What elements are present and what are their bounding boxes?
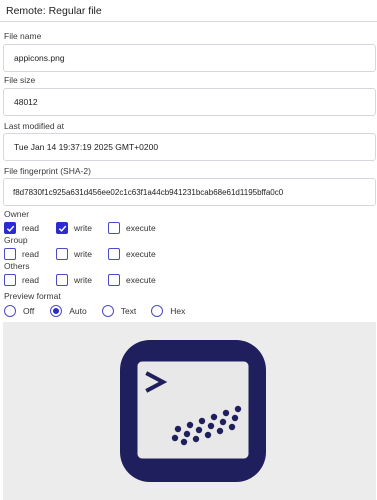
last-modified-field[interactable]: Tue Jan 14 19:37:19 2025 GMT+0200 xyxy=(3,133,376,161)
others-permissions: read write execute xyxy=(4,273,156,287)
radio-label: Auto xyxy=(69,306,87,316)
panel-title: Remote: Regular file xyxy=(6,5,102,17)
preview-option-hex[interactable]: Hex xyxy=(151,305,185,317)
read-label: read xyxy=(22,249,40,259)
checkbox-box[interactable] xyxy=(4,248,16,260)
last-modified-label: Last modified at xyxy=(4,121,65,131)
fingerprint-label: File fingerprint (SHA-2) xyxy=(4,166,91,176)
read-label: read xyxy=(22,275,40,285)
file-size-field[interactable]: 48012 xyxy=(3,88,376,116)
terminal-app-icon xyxy=(120,340,266,482)
file-name-label: File name xyxy=(4,31,42,41)
checkbox-box[interactable] xyxy=(56,274,69,286)
preview-format-options: Off Auto Text Hex xyxy=(4,304,185,318)
write-label: write xyxy=(74,275,92,285)
others-label: Others xyxy=(4,261,30,271)
group-write-checkbox[interactable]: write xyxy=(56,248,92,260)
file-size-label: File size xyxy=(4,75,36,85)
radio-circle[interactable] xyxy=(151,305,164,317)
fingerprint-value: f8d7830f1c925a631d456ee02c1c63f1a44cb941… xyxy=(13,187,284,197)
preview-option-text[interactable]: Text xyxy=(101,305,137,317)
radio-circle[interactable] xyxy=(50,305,63,317)
owner-permissions: read write execute xyxy=(4,221,156,235)
radio-label: Text xyxy=(120,306,137,316)
owner-write-checkbox[interactable]: write xyxy=(56,222,92,234)
checkbox-box[interactable] xyxy=(56,248,69,260)
radio-label: Off xyxy=(23,306,35,316)
group-read-checkbox[interactable]: read xyxy=(4,248,39,260)
group-label: Group xyxy=(4,235,28,245)
owner-execute-checkbox[interactable]: execute xyxy=(107,222,156,234)
checkmark-icon xyxy=(6,225,14,232)
checkbox-box[interactable] xyxy=(56,222,69,234)
preview-option-auto[interactable]: Auto xyxy=(50,305,87,317)
checkmark-icon xyxy=(58,225,66,232)
radio-circle[interactable] xyxy=(4,305,16,317)
execute-label: execute xyxy=(125,223,156,233)
checkbox-box[interactable] xyxy=(4,222,16,234)
others-execute-checkbox[interactable]: execute xyxy=(107,274,156,286)
group-permissions: read write execute xyxy=(4,247,156,261)
execute-label: execute xyxy=(125,275,156,285)
panel-header: Remote: Regular file xyxy=(0,0,377,22)
file-name-field[interactable]: appicons.png xyxy=(3,44,376,72)
image-preview xyxy=(3,322,376,500)
others-write-checkbox[interactable]: write xyxy=(56,274,92,286)
preview-option-off[interactable]: Off xyxy=(4,305,34,317)
others-read-checkbox[interactable]: read xyxy=(4,274,39,286)
write-label: write xyxy=(74,249,92,259)
checkbox-box[interactable] xyxy=(107,274,120,286)
checkbox-box[interactable] xyxy=(107,248,120,260)
checkbox-box[interactable] xyxy=(4,274,16,286)
write-label: write xyxy=(74,223,92,233)
execute-label: execute xyxy=(125,249,156,259)
file-name-value: appicons.png xyxy=(14,53,65,63)
fingerprint-field[interactable]: f8d7830f1c925a631d456ee02c1c63f1a44cb941… xyxy=(3,178,376,206)
owner-label: Owner xyxy=(4,209,30,219)
radio-label: Hex xyxy=(170,306,186,316)
checkbox-box[interactable] xyxy=(107,222,120,234)
read-label: read xyxy=(22,223,40,233)
file-size-value: 48012 xyxy=(14,97,38,107)
owner-read-checkbox[interactable]: read xyxy=(4,222,39,234)
last-modified-value: Tue Jan 14 19:37:19 2025 GMT+0200 xyxy=(14,142,159,152)
radio-circle[interactable] xyxy=(101,305,114,317)
group-execute-checkbox[interactable]: execute xyxy=(107,248,156,260)
preview-format-label: Preview format xyxy=(4,291,61,301)
